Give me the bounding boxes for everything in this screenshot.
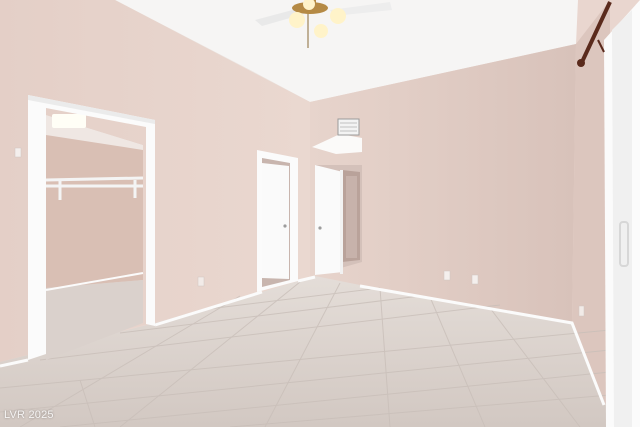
outlet-3 bbox=[197, 276, 205, 287]
outlet-2 bbox=[471, 274, 479, 285]
open-door[interactable] bbox=[315, 165, 343, 275]
outlet bbox=[443, 270, 451, 281]
hallway-doorway bbox=[257, 150, 298, 292]
room-illustration bbox=[0, 0, 640, 427]
hallway-door[interactable] bbox=[262, 163, 289, 279]
watermark-text: LVR 2025 bbox=[4, 409, 54, 421]
light-switch bbox=[14, 147, 22, 158]
door-knob-2[interactable] bbox=[318, 226, 322, 230]
sliding-door bbox=[604, 0, 640, 427]
room-photo: LVR 2025 bbox=[0, 0, 640, 427]
second-doorway bbox=[315, 165, 362, 275]
door-knob[interactable] bbox=[283, 224, 287, 228]
outlet-4 bbox=[578, 305, 585, 317]
closet-ceiling-light bbox=[52, 114, 86, 128]
walk-in-closet bbox=[45, 114, 144, 360]
